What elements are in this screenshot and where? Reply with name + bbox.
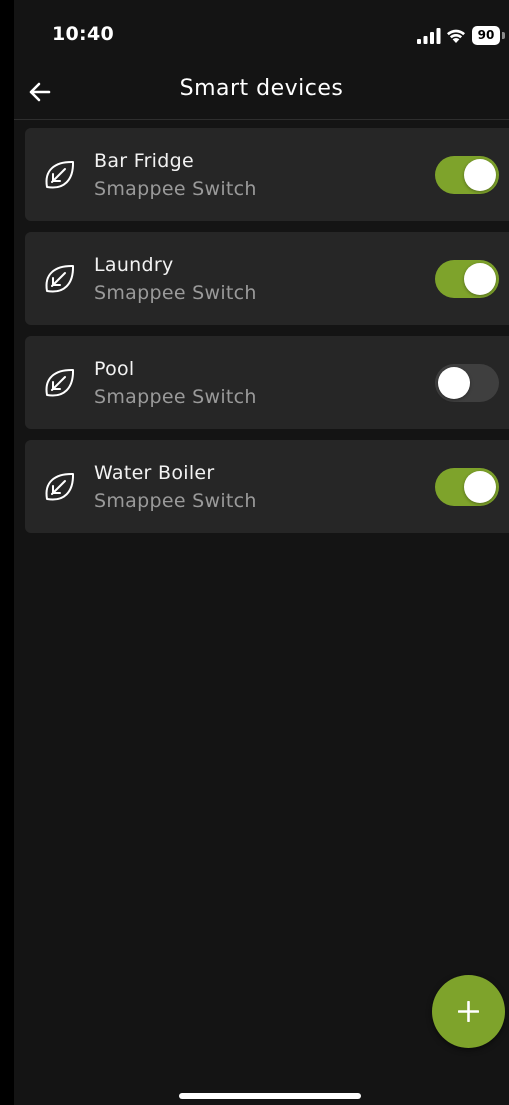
battery-icon: 90 — [472, 26, 506, 45]
leaf-icon — [45, 264, 75, 293]
toggle-knob — [464, 471, 496, 503]
leaf-icon — [45, 472, 75, 501]
battery-tip — [502, 32, 505, 39]
toggle-knob — [464, 263, 496, 295]
device-type: Smappee Switch — [94, 282, 257, 304]
device-card[interactable]: Water Boiler Smappee Switch — [25, 440, 509, 533]
device-name: Pool — [94, 358, 135, 380]
device-card[interactable]: Pool Smappee Switch — [25, 336, 509, 429]
device-toggle[interactable] — [435, 364, 499, 402]
add-device-button[interactable] — [432, 975, 505, 1048]
device-name: Bar Fridge — [94, 150, 194, 172]
toggle-knob — [438, 367, 470, 399]
nav-bar: Smart devices — [14, 64, 509, 120]
device-name: Water Boiler — [94, 462, 215, 484]
leaf-icon — [45, 160, 75, 189]
status-time: 10:40 — [52, 23, 114, 45]
device-type: Smappee Switch — [94, 490, 257, 512]
leaf-icon — [45, 368, 75, 397]
plus-icon — [458, 1001, 479, 1022]
device-name: Laundry — [94, 254, 174, 276]
device-toggle[interactable] — [435, 260, 499, 298]
device-toggle[interactable] — [435, 156, 499, 194]
device-type: Smappee Switch — [94, 386, 257, 408]
battery-level: 90 — [472, 26, 500, 45]
page-title: Smart devices — [179, 76, 344, 101]
home-indicator — [179, 1093, 361, 1099]
device-card[interactable]: Bar Fridge Smappee Switch — [25, 128, 509, 221]
toggle-knob — [464, 159, 496, 191]
wifi-icon — [447, 29, 465, 43]
device-type: Smappee Switch — [94, 178, 257, 200]
device-toggle[interactable] — [435, 468, 499, 506]
device-card[interactable]: Laundry Smappee Switch — [25, 232, 509, 325]
status-bar: 10:40 90 — [14, 0, 509, 64]
device-list: Bar Fridge Smappee Switch Laundry Smappe… — [25, 128, 509, 544]
signal-icon — [417, 28, 441, 44]
app-screen: 10:40 90 Smart devices Bar Fridge Smappe… — [14, 0, 509, 1105]
